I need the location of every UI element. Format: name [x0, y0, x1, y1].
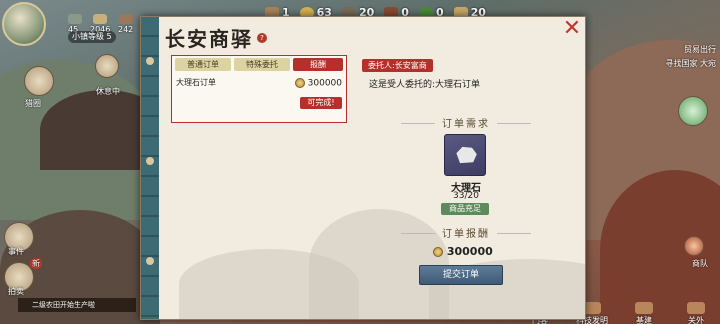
nav-build[interactable]: 基建 [620, 300, 668, 324]
frontier-icon [687, 302, 705, 314]
new-badge: 新 [30, 258, 42, 269]
auction-label: 拍卖 [8, 287, 24, 296]
trade-station-dialog: 长安商驿 ? ✕ 普通订单 特殊委托 报酬 大理石订单 300000 可完成! … [140, 16, 586, 320]
merchant-button[interactable] [684, 236, 704, 256]
coin-icon [433, 247, 443, 257]
house-icon [118, 14, 133, 24]
submit-order-button[interactable]: 提交订单 [419, 265, 503, 285]
tab-normal-orders[interactable]: 普通订单 [175, 58, 231, 71]
people-icon [93, 14, 108, 24]
order-name[interactable]: 大理石订单 [176, 77, 216, 88]
town-level: 小镇等级 5 [68, 31, 116, 43]
notice-bar[interactable]: 二级农田开始生产啦 [18, 298, 136, 312]
requirement-header: 订单需求 [401, 115, 531, 130]
order-reward-value: 300000 [307, 78, 342, 89]
nav-frontier[interactable]: 关外 [672, 300, 720, 324]
find-country-label[interactable]: 寻找国家 大宛 [665, 58, 716, 69]
spine-knot [146, 157, 154, 165]
nav-label: 关外 [688, 316, 704, 324]
total-reward-value: 300000 [446, 245, 493, 258]
close-icon[interactable]: ✕ [561, 18, 583, 41]
tool-icon [68, 14, 82, 24]
stat-value: 242 [118, 25, 134, 34]
spine-knot [146, 57, 154, 65]
marble-icon [456, 146, 477, 164]
rest-button[interactable] [95, 54, 119, 78]
help-icon[interactable]: ? [257, 33, 267, 43]
hunt-label: 猎圈 [25, 99, 41, 108]
item-slot[interactable] [444, 134, 486, 176]
hunt-button[interactable] [24, 66, 54, 96]
spine-knot [146, 257, 154, 265]
order-reward: 300000 [294, 78, 342, 89]
player-avatar[interactable] [2, 2, 46, 46]
dialog-title: 长安商驿 [165, 27, 253, 51]
event-label: 事件 [8, 247, 24, 256]
reward-header: 报酬 [293, 58, 343, 71]
green-event-button[interactable] [678, 96, 708, 126]
total-reward: 300000 [433, 245, 493, 258]
game-screen: 45 2046 242 小镇等级 5 1 63 20 0 0 20 猎圈 休息中… [0, 0, 720, 324]
rest-label: 休息中 [96, 87, 120, 96]
order-description: 这是受人委托的:大理石订单 [369, 80, 481, 90]
order-list: 普通订单 特殊委托 报酬 大理石订单 300000 可完成! [171, 55, 347, 123]
client-tag: 委托人:长安富商 [362, 59, 433, 72]
build-icon [635, 302, 653, 314]
nav-label: 基建 [636, 316, 652, 324]
book-spine [141, 17, 159, 319]
merchant-label: 商队 [692, 259, 708, 268]
trade-out-label[interactable]: 贸易出行 [684, 44, 716, 55]
coin-icon [294, 78, 305, 88]
stat-houses: 242 [118, 14, 133, 34]
completable-badge: 可完成! [300, 97, 342, 109]
reward-section-header: 订单报酬 [401, 225, 531, 240]
item-count: 33/20 [453, 191, 479, 201]
goods-sufficient-badge: 商品充足 [441, 203, 489, 215]
tab-special-commissions[interactable]: 特殊委托 [234, 58, 290, 71]
